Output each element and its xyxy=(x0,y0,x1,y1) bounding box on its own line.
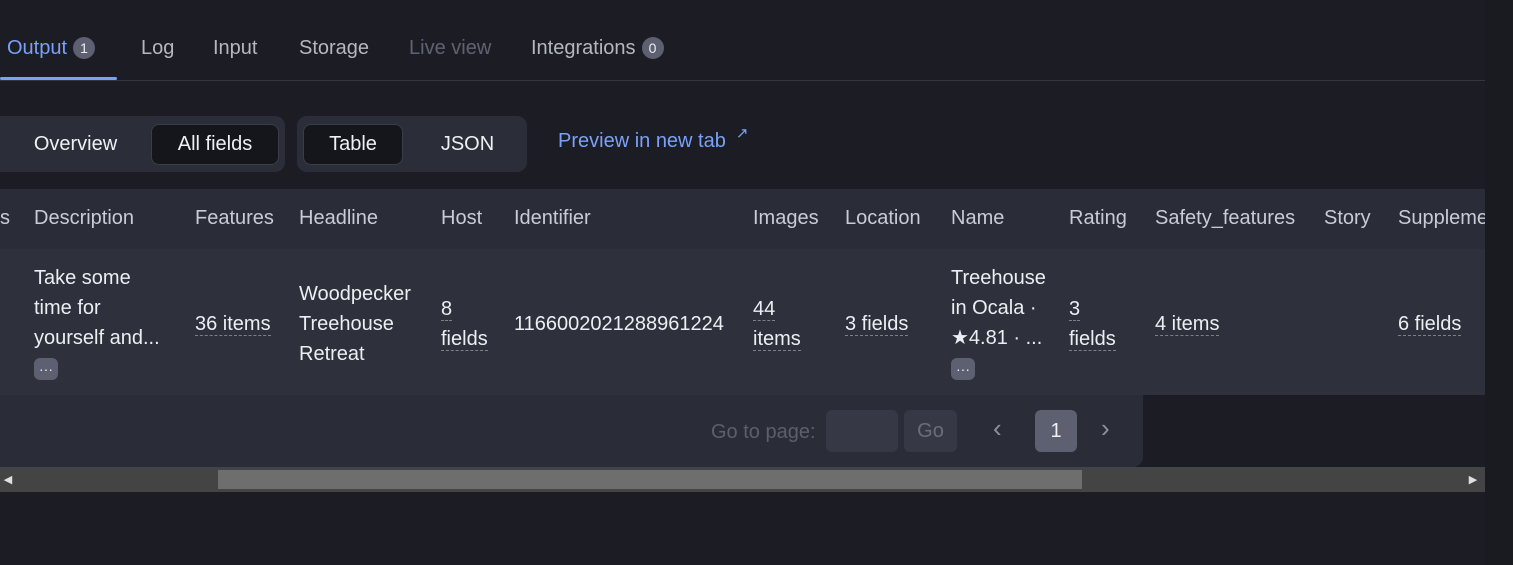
goto-page-input[interactable] xyxy=(826,410,898,452)
column-header-images[interactable]: Images xyxy=(753,207,819,230)
scroll-left-arrow-icon[interactable]: ◀ xyxy=(0,467,16,492)
tab-live-view-label: Live view xyxy=(409,36,492,59)
go-button[interactable]: Go xyxy=(904,410,957,452)
column-header-host[interactable]: Host xyxy=(441,207,482,230)
cell-description: Take some time for yourself and... ··· xyxy=(34,263,160,383)
column-header-rating[interactable]: Rating xyxy=(1069,207,1127,230)
images-link-number[interactable]: 44 xyxy=(753,298,776,321)
view-toggle: Overview All fields xyxy=(0,116,285,172)
column-header-description[interactable]: Description xyxy=(34,207,134,230)
location-link[interactable]: 3 fields xyxy=(845,313,909,336)
overview-button[interactable]: Overview xyxy=(18,124,133,165)
goto-page-label: Go to page: xyxy=(711,421,816,443)
tab-input-label: Input xyxy=(213,36,258,59)
all-fields-button[interactable]: All fields xyxy=(151,124,279,165)
column-header-features[interactable]: Features xyxy=(195,207,274,230)
rating-link-label[interactable]: fields xyxy=(1069,328,1116,351)
chevron-right-icon[interactable]: › xyxy=(1101,413,1110,444)
tab-output-label: Output xyxy=(7,36,68,59)
supplementary-link[interactable]: 6 fields xyxy=(1398,313,1462,336)
current-page-button[interactable]: 1 xyxy=(1035,410,1077,452)
table-button[interactable]: Table xyxy=(303,124,403,165)
table-row: Take some time for yourself and... ··· 3… xyxy=(0,249,1485,395)
active-tab-indicator xyxy=(0,77,117,80)
dataset-output-panel: Output 1 Log Input Storage Live view Int… xyxy=(0,0,1513,565)
column-header-name[interactable]: Name xyxy=(951,207,1004,230)
preview-link-label: Preview in new tab xyxy=(558,130,726,152)
right-edge-strip xyxy=(1485,0,1513,565)
tab-input[interactable]: Input xyxy=(213,33,257,63)
column-header-supplementary[interactable]: Suppleme xyxy=(1398,207,1485,230)
cell-images: 44 items xyxy=(753,294,801,354)
column-header-identifier[interactable]: Identifier xyxy=(514,207,591,230)
cell-location: 3 fields xyxy=(845,309,909,339)
cell-host: 8 fields xyxy=(441,294,488,354)
tab-storage[interactable]: Storage xyxy=(299,33,369,63)
cell-supplementary: 6 fields xyxy=(1398,309,1462,339)
table-header: s Description Features Headline Host Ide… xyxy=(0,189,1485,249)
tab-bar: Output 1 Log Input Storage Live view Int… xyxy=(0,0,1485,81)
cell-rating: 3 fields xyxy=(1069,294,1116,354)
rating-link-number[interactable]: 3 xyxy=(1069,298,1081,321)
json-button[interactable]: JSON xyxy=(415,124,520,165)
host-link-number[interactable]: 8 xyxy=(441,298,453,321)
column-header-headline[interactable]: Headline xyxy=(299,207,378,230)
cell-headline: Woodpecker Treehouse Retreat xyxy=(299,283,411,365)
tab-integrations-badge: 0 xyxy=(641,37,664,59)
preview-in-new-tab-link[interactable]: Preview in new tab ↗ xyxy=(558,125,748,153)
cell-safety-features: 4 items xyxy=(1155,309,1220,339)
tab-integrations-label: Integrations xyxy=(531,36,636,59)
scrollbar-thumb[interactable] xyxy=(218,470,1082,489)
host-link-label[interactable]: fields xyxy=(441,328,488,351)
format-toggle: Table JSON xyxy=(297,116,527,172)
cell-name: Treehouse in Ocala · ★4.81 · ... ··· xyxy=(951,263,1046,383)
column-header-story[interactable]: Story xyxy=(1324,207,1371,230)
column-header[interactable]: s xyxy=(0,207,10,230)
features-link[interactable]: 36 items xyxy=(195,313,271,336)
tab-log-label: Log xyxy=(141,36,175,59)
cell-features: 36 items xyxy=(195,309,271,339)
expand-name-button[interactable]: ··· xyxy=(951,358,975,380)
horizontal-scrollbar[interactable]: ◀ ▶ xyxy=(0,467,1485,492)
tab-output[interactable]: Output 1 xyxy=(7,33,96,63)
safety-features-link[interactable]: 4 items xyxy=(1155,313,1220,336)
tab-storage-label: Storage xyxy=(299,36,370,59)
tab-log[interactable]: Log xyxy=(141,33,174,63)
scroll-right-arrow-icon[interactable]: ▶ xyxy=(1465,467,1481,492)
images-link-label[interactable]: items xyxy=(753,328,801,351)
column-header-safety-features[interactable]: Safety_features xyxy=(1155,207,1295,230)
external-link-icon: ↗ xyxy=(735,125,749,142)
tab-live-view[interactable]: Live view xyxy=(409,33,491,63)
tab-integrations[interactable]: Integrations 0 xyxy=(531,33,664,63)
chevron-left-icon[interactable]: ‹ xyxy=(993,413,1002,444)
pagination: Go to page: Go ‹ 1 › xyxy=(0,395,1143,467)
column-header-location[interactable]: Location xyxy=(845,207,921,230)
tab-output-badge: 1 xyxy=(73,37,96,59)
cell-identifier: 1166002021288961224 xyxy=(514,313,724,335)
expand-description-button[interactable]: ··· xyxy=(34,358,58,380)
